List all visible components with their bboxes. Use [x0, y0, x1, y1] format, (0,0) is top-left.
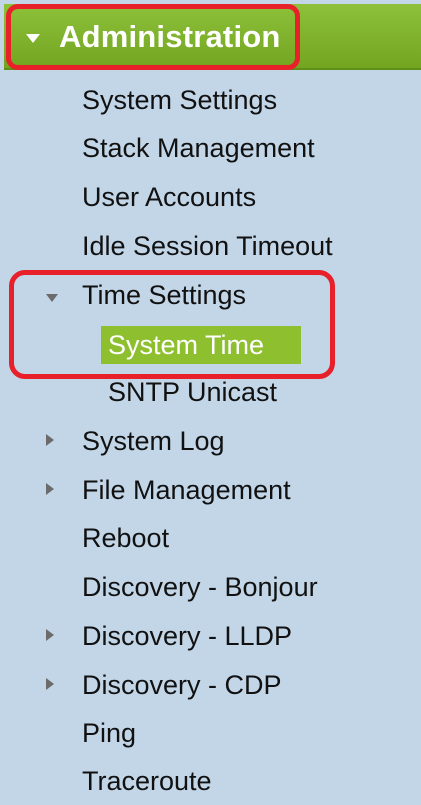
menu-item-user-accounts[interactable]: User Accounts — [82, 179, 256, 215]
menu-item-system-log[interactable]: System Log — [82, 423, 225, 459]
menu-item-system-settings[interactable]: System Settings — [82, 82, 277, 118]
menu-item-discovery-bonjour[interactable]: Discovery - Bonjour — [82, 569, 318, 605]
menu-item-ping[interactable]: Ping — [82, 715, 136, 751]
menu-item-discovery-lldp[interactable]: Discovery - LLDP — [82, 618, 292, 654]
menu-item-discovery-cdp[interactable]: Discovery - CDP — [82, 667, 282, 703]
caret-right-icon[interactable] — [46, 434, 54, 446]
menu-item-idle-session-timeout[interactable]: Idle Session Timeout — [82, 228, 333, 264]
admin-nav-menu: Administration System Settings Stack Man… — [0, 0, 421, 805]
highlight-outline-time-settings — [9, 270, 335, 379]
highlight-outline-administration — [6, 4, 300, 70]
caret-right-icon[interactable] — [46, 678, 54, 690]
menu-item-sntp-unicast[interactable]: SNTP Unicast — [108, 374, 277, 410]
caret-right-icon[interactable] — [46, 629, 54, 641]
menu-item-stack-management[interactable]: Stack Management — [82, 130, 315, 166]
menu-item-file-management[interactable]: File Management — [82, 472, 291, 508]
caret-right-icon[interactable] — [46, 483, 54, 495]
menu-item-reboot[interactable]: Reboot — [82, 520, 169, 556]
menu-item-traceroute[interactable]: Traceroute — [82, 763, 212, 799]
